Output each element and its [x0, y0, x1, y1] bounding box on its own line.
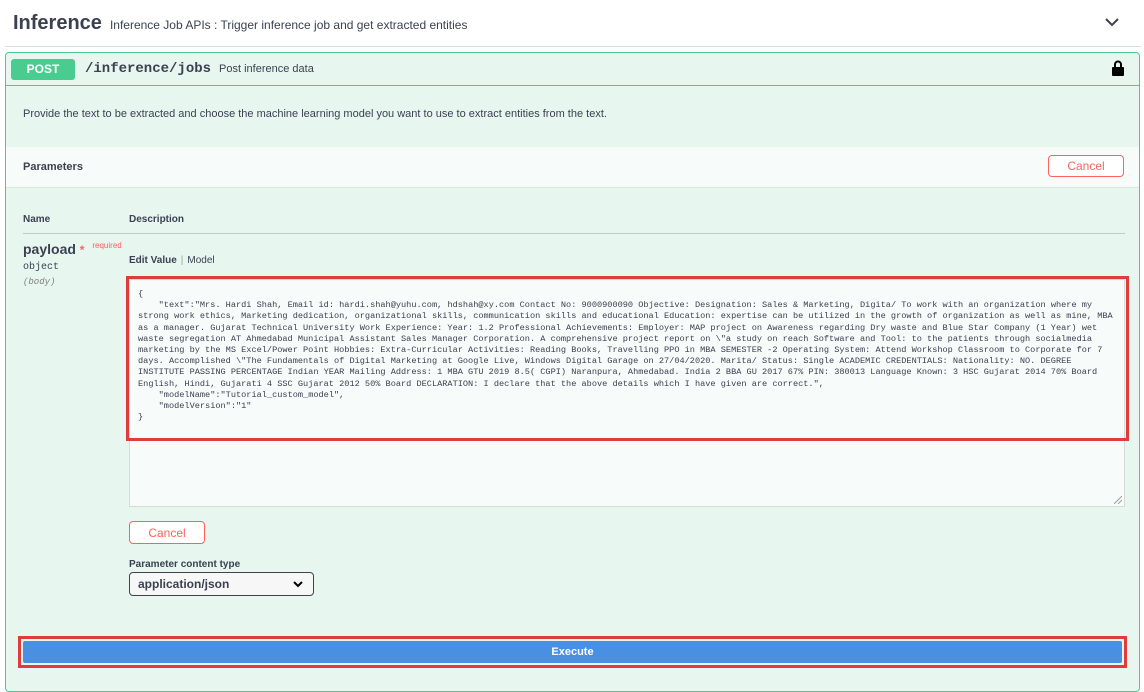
content-type-label: Parameter content type — [129, 559, 241, 570]
chevron-down-icon — [293, 581, 303, 588]
operation-block: POST /inference/jobs Post inference data… — [5, 52, 1140, 692]
tag-description: Inference Job APIs : Trigger inference j… — [109, 17, 468, 32]
column-header-description: Description — [129, 214, 185, 225]
lock-icon[interactable] — [1111, 60, 1125, 76]
parameters-header: Parameters Cancel — [6, 147, 1139, 188]
operation-summary-text: Post inference data — [219, 63, 314, 75]
body-param-textarea[interactable]: { "text":"Mrs. Hardi Shah, Email id: har… — [129, 279, 1125, 507]
body-param-value[interactable]: { "text":"Mrs. Hardi Shah, Email id: har… — [130, 280, 1124, 432]
parameter-name: payload * required — [23, 241, 122, 257]
value-model-tabs: Edit Value | Model — [129, 255, 215, 266]
required-label: required — [92, 241, 122, 250]
column-header-name: Name — [23, 214, 51, 225]
parameter-type: object — [23, 262, 60, 273]
method-badge: POST — [11, 58, 75, 80]
operation-summary[interactable]: POST /inference/jobs Post inference data — [6, 53, 1139, 86]
tab-model[interactable]: Model — [187, 255, 214, 266]
content-type-value: application/json — [138, 577, 230, 591]
parameter-location: (body) — [23, 277, 56, 287]
operation-description: Provide the text to be extracted and cho… — [23, 108, 607, 120]
resize-grip-icon[interactable] — [1114, 496, 1122, 504]
tab-separator: | — [180, 255, 184, 266]
tab-edit-value[interactable]: Edit Value — [129, 255, 177, 266]
chevron-down-icon[interactable] — [1103, 13, 1121, 31]
tag-header[interactable]: Inference Inference Job APIs : Trigger i… — [5, 0, 1141, 47]
parameters-title: Parameters — [23, 161, 83, 173]
execute-button[interactable]: Execute — [23, 641, 1122, 663]
tag-title: Inference — [13, 11, 102, 34]
cancel-edit-button[interactable]: Cancel — [129, 521, 205, 544]
column-divider — [23, 233, 1125, 234]
required-star: * — [79, 243, 85, 257]
parameter-name-text: payload — [23, 241, 76, 257]
operation-path: /inference/jobs — [85, 61, 212, 77]
cancel-try-out-button[interactable]: Cancel — [1048, 155, 1124, 177]
annotation-highlight-execute: Execute — [18, 636, 1127, 668]
content-type-select[interactable]: application/json — [129, 572, 314, 596]
